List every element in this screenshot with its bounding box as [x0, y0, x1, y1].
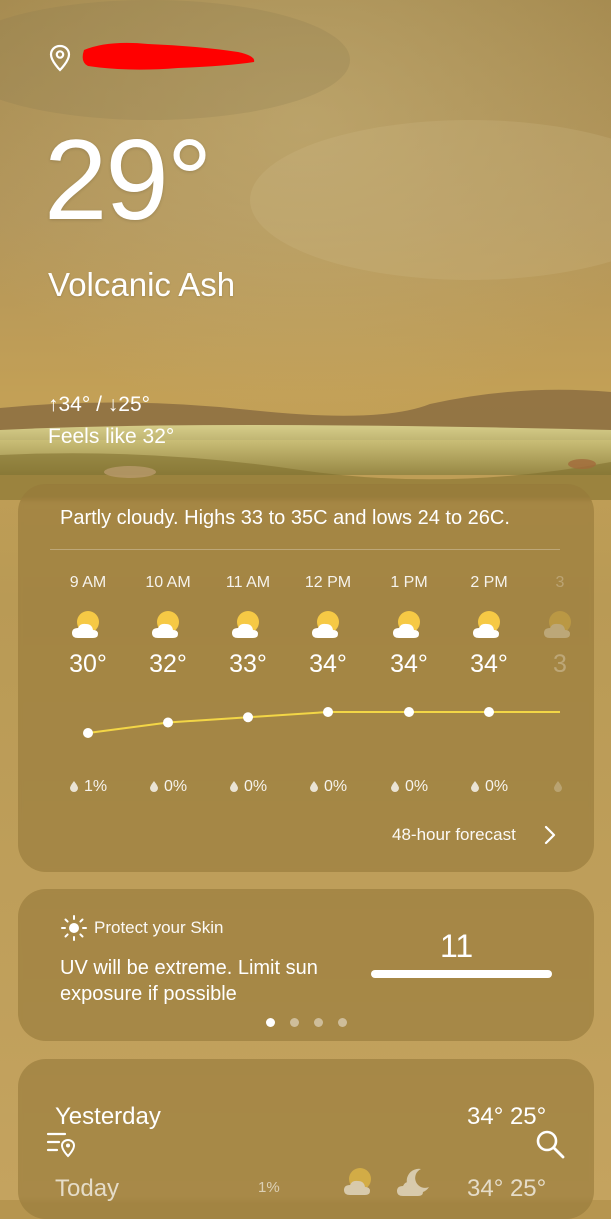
temperature-point — [163, 717, 173, 728]
hour-time: 11 AM — [225, 574, 271, 591]
daily-row-today-rain: 1% — [258, 1179, 280, 1196]
current-condition: Volcanic Ash — [48, 266, 236, 303]
hourly-item[interactable]: 9 AM 30° — [53, 574, 123, 679]
carousel-dot[interactable] — [314, 1018, 323, 1027]
hour-time: 9 AM — [69, 574, 107, 591]
location-pin-icon — [49, 44, 71, 72]
uv-card-title: Protect your Skin — [94, 918, 224, 937]
hour-temperature: 34° — [390, 650, 428, 678]
raindrop-icon — [69, 778, 84, 795]
hour-time: 3 — [555, 574, 565, 591]
temperature-point — [323, 707, 333, 717]
partly-cloudy-day-icon — [469, 608, 509, 642]
carousel-dot[interactable] — [338, 1018, 347, 1027]
hour-precipitation — [525, 778, 595, 796]
hour-precipitation: 1% — [53, 778, 123, 796]
hour-time: 12 PM — [304, 574, 352, 591]
hourly-item[interactable]: 2 PM 34° — [454, 574, 524, 679]
hour-precipitation: 0% — [454, 778, 524, 796]
partly-cloudy-day-icon — [344, 1168, 371, 1195]
forecast-summary: Partly cloudy. Highs 33 to 35C and lows … — [60, 507, 510, 529]
uv-message: UV will be extreme. Limit sun exposure i… — [60, 957, 318, 1005]
hour-time: 2 PM — [470, 574, 508, 591]
temperature-point — [83, 728, 93, 738]
partly-cloudy-day-icon — [389, 608, 429, 642]
partly-cloudy-day-icon — [540, 608, 580, 642]
card-divider — [50, 549, 560, 550]
precipitation-value: 0% — [404, 778, 429, 795]
sun-icon — [61, 915, 87, 941]
current-temperature: 29° — [44, 117, 212, 244]
feels-like-temperature: Feels like 32° — [48, 425, 175, 448]
hour-temperature: 30° — [69, 650, 107, 678]
hourly-item[interactable]: 10 AM 32° — [133, 574, 203, 679]
redacted-location-name — [82, 42, 255, 70]
raindrop-icon — [309, 778, 324, 795]
precipitation-value: 1% — [83, 778, 108, 795]
partly-cloudy-night-icon — [397, 1168, 429, 1196]
daily-row-yesterday-temps: 34° 25° — [467, 1103, 547, 1130]
carousel-dot[interactable] — [266, 1018, 275, 1027]
48-hour-forecast-link[interactable]: 48-hour forecast — [392, 825, 516, 845]
hourly-item[interactable]: 12 PM 34° — [293, 574, 363, 679]
hourly-item[interactable]: 1 PM 34° — [374, 574, 444, 679]
precipitation-value: 0% — [484, 778, 509, 795]
search-icon[interactable] — [534, 1128, 566, 1160]
high-low-temperature: ↑34° / ↓25° — [48, 393, 151, 416]
precipitation-value: 0% — [243, 778, 268, 795]
precipitation-value: 0% — [163, 778, 188, 795]
hour-temperature: 34° — [309, 650, 347, 678]
raindrop-icon — [553, 778, 568, 795]
hour-time: 10 AM — [145, 574, 191, 591]
raindrop-icon — [149, 778, 164, 795]
partly-cloudy-day-icon — [68, 608, 108, 642]
hour-temperature: 3 — [553, 650, 567, 678]
precipitation-value: 0% — [323, 778, 348, 795]
hourly-item[interactable]: 33 — [525, 574, 595, 679]
hour-time: 1 PM — [390, 574, 428, 591]
raindrop-icon — [390, 778, 405, 795]
hour-precipitation: 0% — [293, 778, 363, 796]
hourly-item[interactable]: 11 AM 33° — [213, 574, 283, 679]
hour-precipitation: 0% — [213, 778, 283, 796]
location-list-icon[interactable] — [45, 1128, 77, 1160]
carousel-page-indicator[interactable] — [264, 1018, 354, 1028]
raindrop-icon — [229, 778, 244, 795]
temperature-point — [484, 707, 494, 717]
chevron-right-icon[interactable] — [542, 824, 558, 846]
temperature-point — [404, 707, 414, 717]
daily-row-yesterday-label: Yesterday — [55, 1103, 161, 1130]
daily-row-today-label: Today — [55, 1175, 120, 1202]
daily-row-today-temps: 34° 25° — [467, 1175, 547, 1202]
hour-precipitation: 0% — [133, 778, 203, 796]
carousel-dot[interactable] — [290, 1018, 299, 1027]
partly-cloudy-day-icon — [148, 608, 188, 642]
raindrop-icon — [470, 778, 485, 795]
uv-index-value: 11 — [440, 928, 474, 964]
hour-precipitation: 0% — [374, 778, 444, 796]
hour-temperature: 32° — [149, 650, 187, 678]
hour-temperature: 33° — [229, 650, 267, 678]
hour-temperature: 34° — [470, 650, 508, 678]
partly-cloudy-day-icon — [308, 608, 348, 642]
uv-index-bar — [371, 970, 552, 978]
hourly-temperature-line — [83, 707, 560, 738]
temperature-point — [243, 712, 253, 723]
partly-cloudy-day-icon — [228, 608, 268, 642]
